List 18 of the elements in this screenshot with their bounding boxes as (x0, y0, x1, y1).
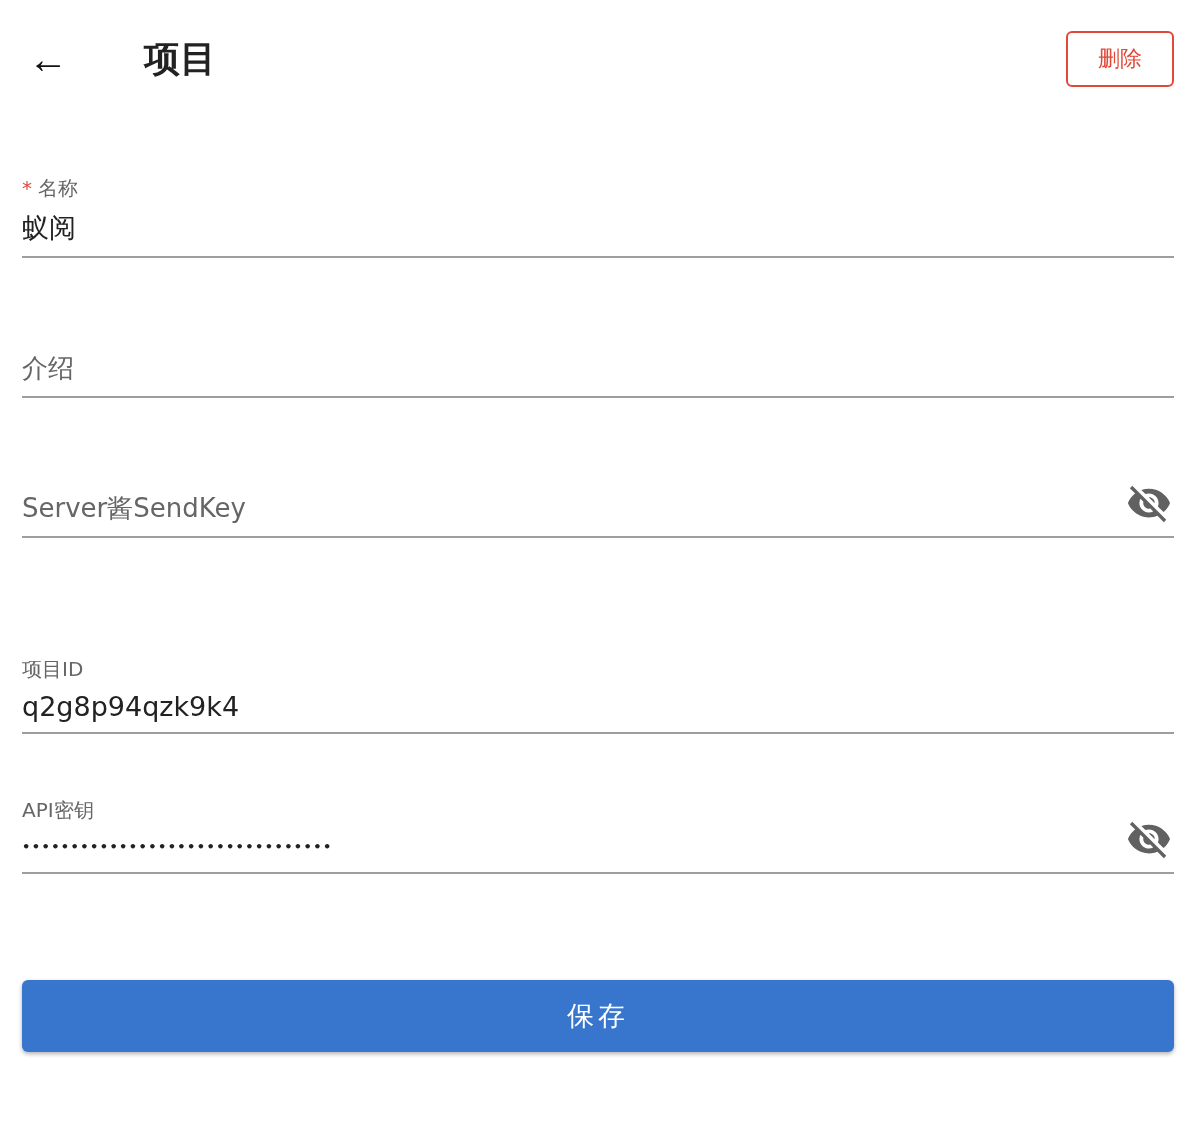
text-field[interactable]: API密钥 •••••••••••••••••••••••••••••••• (22, 734, 1174, 874)
field-value: 蚁阅 (22, 211, 77, 245)
field-label: API密钥 (22, 798, 94, 822)
field-value: •••••••••••••••••••••••••••••••• (22, 838, 334, 856)
field-label: 项目ID (22, 657, 84, 681)
text-field[interactable]: * 名称 蚁阅 (22, 118, 1174, 258)
field-label: 介绍 (22, 353, 74, 383)
field-value: q2g8p94qzk9k4 (22, 691, 241, 722)
page-title: 项目 (144, 36, 217, 81)
text-field[interactable]: 项目ID q2g8p94qzk9k4 (22, 538, 1174, 734)
delete-button[interactable]: 删除 (1066, 31, 1174, 87)
text-field[interactable]: Server酱SendKey (22, 398, 1174, 538)
field-label: Server酱SendKey (22, 493, 246, 523)
field-label: 名称 (38, 176, 78, 200)
back-button[interactable]: ← (28, 39, 92, 79)
text-field[interactable]: 介绍 (22, 258, 1174, 398)
required-mark: * (22, 176, 32, 200)
save-button[interactable]: 保存 (22, 980, 1174, 1052)
